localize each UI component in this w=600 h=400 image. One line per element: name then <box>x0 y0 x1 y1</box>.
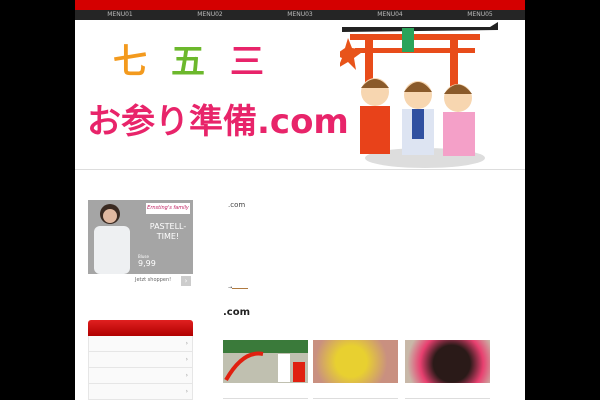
widget-header <box>88 320 193 336</box>
menu-item-2[interactable]: MENU02 <box>165 10 255 20</box>
chevron-right-icon[interactable]: › <box>181 276 191 286</box>
widget-item[interactable]: › <box>88 352 193 368</box>
menu-item-5[interactable]: MENU05 <box>435 10 525 20</box>
shichigosan-illustration <box>340 22 498 168</box>
logo-char-five: 五 <box>171 42 205 82</box>
sidebar-widget: › › › › <box>88 320 193 400</box>
ad-model-photo <box>94 204 130 274</box>
thumbnail-kimono-obi[interactable] <box>313 340 398 383</box>
ad-price: Bluse 9,99 <box>138 254 156 268</box>
thumbnail-hair-ornament[interactable] <box>405 340 490 383</box>
intro-text: .com <box>228 201 246 209</box>
ad-cta-link[interactable]: Jetzt shoppen! <box>135 277 171 283</box>
site-header[interactable]: 七 五 三 お参り準備.com <box>75 20 525 170</box>
ad-headline: PASTELL-TIME! <box>149 222 187 241</box>
widget-item[interactable]: › <box>88 336 193 352</box>
thumbnail-shrine-bridge[interactable] <box>223 340 308 383</box>
widget-item[interactable]: › <box>88 384 193 400</box>
divider <box>405 398 490 399</box>
page-container: MENU01 MENU02 MENU03 MENU04 MENU05 七 五 三… <box>75 0 525 400</box>
read-more-link[interactable]: → <box>228 285 249 291</box>
widget-item[interactable]: › <box>88 368 193 384</box>
menu-item-4[interactable]: MENU04 <box>345 10 435 20</box>
global-menu: MENU01 MENU02 MENU03 MENU04 MENU05 <box>75 10 525 20</box>
top-red-bar <box>75 0 525 10</box>
bridge-image <box>224 351 305 382</box>
sidebar-advertisement[interactable]: Ernsting's family PASTELL-TIME! Bluse 9,9… <box>88 200 193 290</box>
divider <box>223 398 308 399</box>
ad-brand: Ernsting's family <box>146 203 190 214</box>
logo-char-three: 三 <box>230 42 264 82</box>
logo-char-seven: 七 <box>113 42 147 82</box>
menu-item-3[interactable]: MENU03 <box>255 10 345 20</box>
section-title: .com <box>223 307 251 318</box>
site-title: お参り準備.com <box>87 102 349 142</box>
menu-item-1[interactable]: MENU01 <box>75 10 165 20</box>
ad-price-value: 9,99 <box>138 259 156 268</box>
divider <box>313 398 398 399</box>
ad-image[interactable]: Ernsting's family PASTELL-TIME! Bluse 9,9… <box>88 200 193 274</box>
